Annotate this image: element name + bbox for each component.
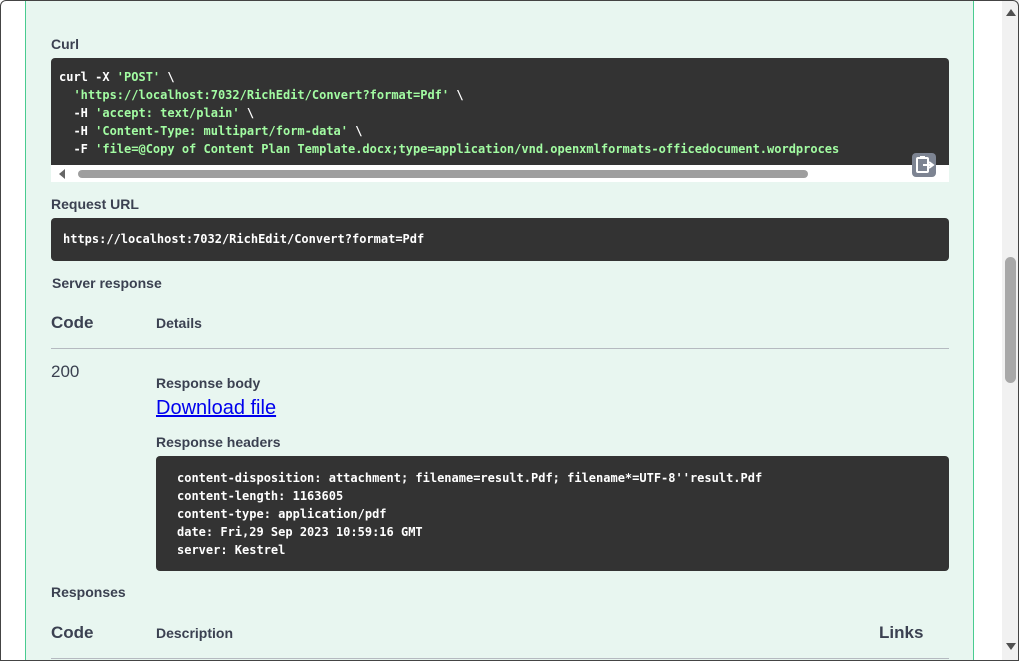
- response-headers-block[interactable]: content-disposition: attachment; filenam…: [156, 456, 949, 571]
- response-header-line: content-type: application/pdf: [177, 507, 387, 521]
- curl-line-continuation: \: [239, 106, 255, 120]
- curl-command-text: curl -X 'POST' \ 'https://localhost:7032…: [59, 68, 839, 158]
- curl-label: Curl: [51, 36, 79, 52]
- curl-line-continuation: \: [449, 88, 464, 102]
- clipboard-copy-icon: [912, 153, 936, 177]
- curl-line-string: 'file=@Copy of Content Plan Template.doc…: [95, 142, 840, 156]
- curl-line-continuation: \: [348, 124, 363, 138]
- vertical-scrollbar-thumb[interactable]: [1005, 257, 1016, 383]
- download-file-link[interactable]: Download file: [156, 397, 276, 420]
- response-header-line: server: Kestrel: [177, 543, 286, 557]
- curl-line-string: 'Content-Type: multipart/form-data': [95, 124, 348, 138]
- response-status-code: 200: [51, 362, 80, 381]
- curl-line-string: 'https://localhost:7032/RichEdit/Convert…: [73, 88, 450, 102]
- curl-line: curl -X 'POST' \: [59, 68, 839, 86]
- responses-description-header: Description: [156, 625, 234, 641]
- request-url-label: Request URL: [51, 196, 139, 212]
- curl-horizontal-scrollbar[interactable]: [51, 165, 949, 182]
- curl-line: -H 'Content-Type: multipart/form-data' \: [59, 122, 839, 140]
- curl-line-string: 'accept: text/plain': [95, 106, 240, 120]
- responses-code-header: Code: [51, 623, 94, 642]
- response-headers-label: Response headers: [156, 434, 281, 450]
- scrollbar-thumb[interactable]: [78, 170, 808, 178]
- curl-line: 'https://localhost:7032/RichEdit/Convert…: [59, 86, 839, 104]
- copy-to-clipboard-button[interactable]: [911, 152, 937, 178]
- curl-line: -F 'file=@Copy of Content Plan Template.…: [59, 140, 839, 158]
- curl-code-block[interactable]: curl -X 'POST' \ 'https://localhost:7032…: [51, 58, 949, 182]
- scroll-down-arrow-icon[interactable]: [1006, 643, 1016, 650]
- response-header-line: content-disposition: attachment; filenam…: [177, 471, 763, 485]
- response-headers-text: content-disposition: attachment; filenam…: [177, 469, 762, 559]
- curl-line-command: curl -X: [59, 70, 117, 84]
- curl-line-command: -F: [59, 142, 96, 156]
- table-divider: [51, 348, 949, 349]
- request-url-value: https://localhost:7032/RichEdit/Convert?…: [63, 232, 425, 246]
- curl-line: -H 'accept: text/plain' \: [59, 104, 839, 122]
- server-response-code-header: Code: [51, 313, 94, 332]
- curl-line-command: -H: [59, 124, 96, 138]
- curl-line-continuation: \: [160, 70, 175, 84]
- response-header-line: content-length: 1163605: [177, 489, 344, 503]
- responses-label: Responses: [51, 584, 126, 600]
- request-url-block[interactable]: https://localhost:7032/RichEdit/Convert?…: [51, 218, 949, 261]
- server-response-details-header: Details: [156, 315, 202, 331]
- scroll-up-arrow-icon[interactable]: [1006, 9, 1016, 16]
- curl-line-command: -H: [59, 106, 96, 120]
- page-viewport: Curl curl -X 'POST' \ 'https://localhost…: [0, 0, 1002, 661]
- curl-line-command: [59, 88, 73, 102]
- server-response-label: Server response: [52, 275, 162, 291]
- responses-table-divider: [51, 658, 949, 659]
- scroll-left-arrow-icon[interactable]: [59, 169, 65, 179]
- response-header-line: date: Fri,29 Sep 2023 10:59:16 GMT: [177, 525, 423, 539]
- responses-links-header: Links: [879, 623, 924, 642]
- page-vertical-scrollbar[interactable]: [1002, 0, 1019, 661]
- curl-line-string: 'POST': [116, 70, 161, 84]
- response-body-label: Response body: [156, 375, 261, 391]
